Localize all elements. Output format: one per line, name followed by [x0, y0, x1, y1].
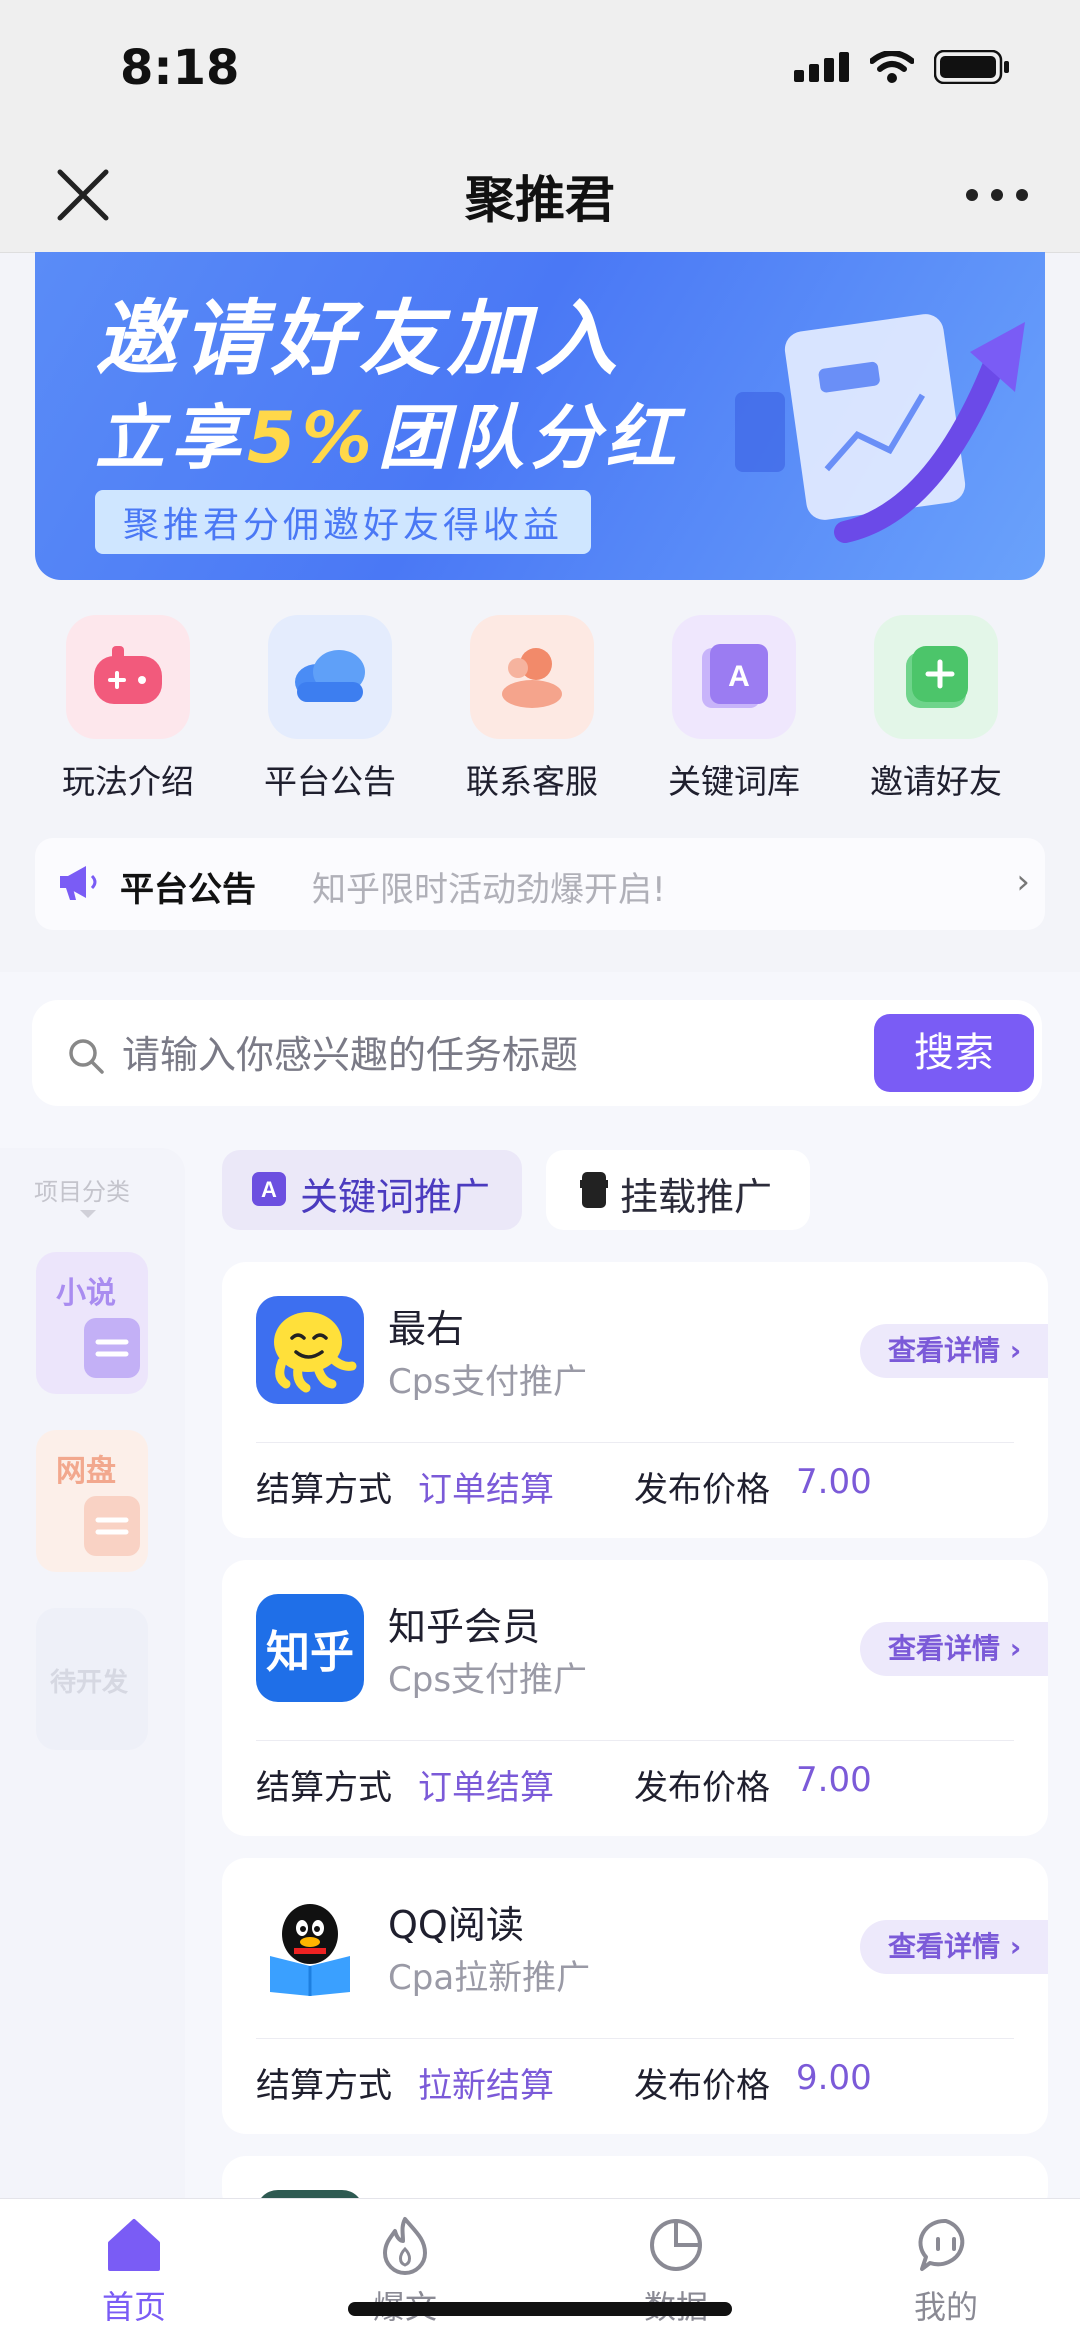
- price-value: 7.00: [796, 1462, 872, 1502]
- task-app-name: 最右: [388, 1307, 465, 1351]
- status-icons: [794, 50, 1010, 84]
- banner-tagline: 聚推君分佣邀好友得收益: [95, 490, 592, 554]
- keyword-library-icon: A: [702, 644, 768, 708]
- invite-plus-icon: [906, 646, 968, 708]
- category-cloud-drive[interactable]: 网盘: [36, 1430, 148, 1572]
- task-card[interactable]: QQ阅读 Cpa拉新推广 查看详情 › 结算方式 拉新结算 发布价格 9.00: [222, 1858, 1048, 2134]
- announcement-label: 平台公告: [120, 870, 256, 910]
- divider: [256, 2038, 1014, 2039]
- chat-face-icon: [918, 2218, 965, 2271]
- page-title: 聚推君: [465, 171, 615, 229]
- settlement-value: 订单结算: [418, 1470, 554, 1510]
- battery-icon: [934, 50, 1009, 84]
- tab-mount-promotion[interactable]: 挂载推广: [546, 1150, 810, 1230]
- gamepad-icon: [94, 646, 162, 704]
- drive-icon: [84, 1496, 140, 1556]
- pie-chart-icon: [650, 2219, 702, 2271]
- tab-home[interactable]: 首页: [34, 2210, 234, 2328]
- divider: [256, 1740, 1014, 1741]
- customer-service-icon: [502, 648, 562, 708]
- keyword-a-icon: A: [252, 1172, 286, 1206]
- home-indicator: [348, 2302, 732, 2316]
- more-dots-icon: [966, 189, 1028, 201]
- more-button[interactable]: [962, 170, 1032, 220]
- price-label: 发布价格: [634, 2066, 770, 2106]
- penguin-book-icon: [270, 1904, 350, 1996]
- cellular-signal-icon: [794, 52, 849, 82]
- settlement-value: 订单结算: [418, 1768, 554, 1808]
- status-time: 8:18: [120, 40, 240, 96]
- price-label: 发布价格: [634, 1470, 770, 1510]
- quick-menu-customer-service[interactable]: 联系客服: [452, 615, 612, 803]
- book-icon: [84, 1318, 140, 1378]
- home-icon: [108, 2219, 160, 2271]
- task-app-name: 知乎会员: [388, 1605, 541, 1649]
- banner-headline: 邀请好友加入: [95, 292, 623, 387]
- task-card[interactable]: 知乎 知乎会员 Cps支付推广 查看详情 › 结算方式 订单结算 发布价格 7.…: [222, 1560, 1048, 1836]
- chevron-right-icon[interactable]: ›: [1016, 862, 1030, 902]
- caret-down-icon: [80, 1210, 96, 1218]
- phone-icon: [580, 1172, 608, 1208]
- quick-menu-gameplay[interactable]: 玩法介绍: [48, 615, 208, 803]
- task-app-name: QQ阅读: [388, 1903, 524, 1947]
- view-details-button[interactable]: 查看详情 ›: [860, 1324, 1048, 1378]
- settlement-label: 结算方式: [256, 1470, 392, 1510]
- qq-reading-app-icon: [256, 1892, 364, 2000]
- invite-banner[interactable]: 邀请好友加入 立享5%团队分红 聚推君分佣邀好友得收益: [35, 252, 1045, 580]
- category-title: 项目分类: [34, 1178, 130, 1206]
- price-label: 发布价格: [634, 1768, 770, 1808]
- svg-text:A: A: [261, 1177, 277, 1202]
- settlement-value: 拉新结算: [418, 2066, 554, 2106]
- category-novel[interactable]: 小说: [36, 1252, 148, 1394]
- wifi-icon: [870, 51, 914, 83]
- task-promo-type: Cps支付推广: [388, 1362, 588, 1402]
- document-chart-illustration: [735, 314, 1025, 543]
- quick-menu-keyword-library[interactable]: A 关键词库: [654, 615, 814, 803]
- quick-menu-invite-friends[interactable]: 邀请好友: [856, 615, 1016, 803]
- banner-subheadline: 立享5%团队分红: [95, 397, 682, 479]
- task-promo-type: Cpa拉新推广: [388, 1958, 591, 1998]
- search-button[interactable]: 搜索: [874, 1014, 1034, 1092]
- flame-icon: [383, 2217, 427, 2275]
- megaphone-icon: [60, 866, 97, 900]
- divider: [256, 1442, 1014, 1443]
- view-details-button[interactable]: 查看详情 ›: [860, 1622, 1048, 1676]
- announcement-text[interactable]: 知乎限时活动劲爆开启!: [312, 862, 666, 911]
- octopus-face-icon: [274, 1312, 357, 1393]
- price-value: 9.00: [796, 2058, 872, 2098]
- zhihu-app-icon: 知乎: [256, 1594, 364, 1702]
- search-icon: [69, 1039, 104, 1074]
- price-value: 7.00: [796, 1760, 872, 1800]
- banner-highlight: 5%: [247, 397, 378, 479]
- view-details-button[interactable]: 查看详情 ›: [860, 1920, 1048, 1974]
- settlement-label: 结算方式: [256, 2066, 392, 2106]
- svg-text:A: A: [728, 660, 750, 693]
- zuiyou-app-icon: [256, 1296, 364, 1404]
- tab-keyword-promotion[interactable]: A 关键词推广: [222, 1150, 522, 1230]
- quick-menu-announcement[interactable]: 平台公告: [250, 615, 410, 803]
- task-promo-type: Cps支付推广: [388, 1660, 588, 1700]
- settlement-label: 结算方式: [256, 1768, 392, 1808]
- task-card[interactable]: 最右 Cps支付推广 查看详情 › 结算方式 订单结算 发布价格 7.00: [222, 1262, 1048, 1538]
- search-input[interactable]: [120, 1024, 864, 1086]
- category-coming-soon[interactable]: 待开发: [36, 1608, 148, 1750]
- cloud-icon: [295, 650, 365, 702]
- tab-profile[interactable]: 我的: [846, 2210, 1046, 2328]
